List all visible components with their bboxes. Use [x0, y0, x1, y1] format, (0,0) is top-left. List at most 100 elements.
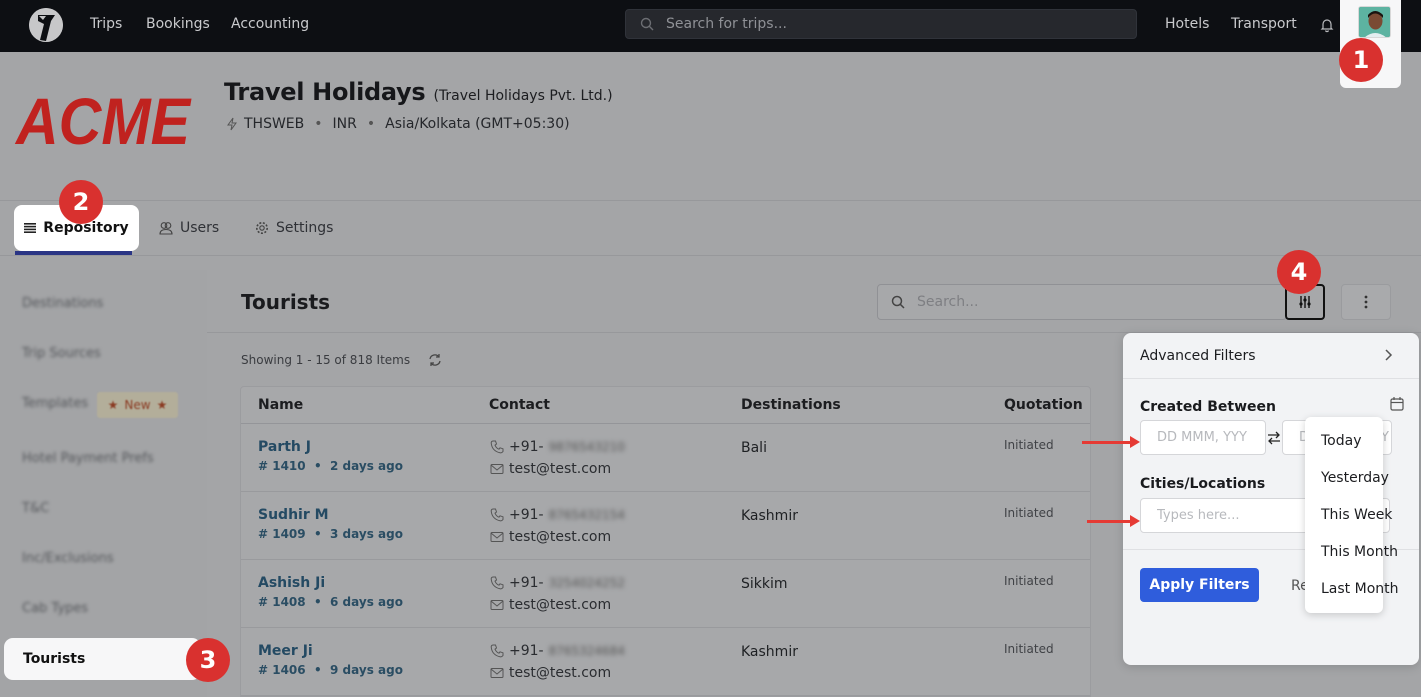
nav-link-trips[interactable]: Trips: [90, 16, 122, 32]
tourist-phone: +91- 3254024252: [490, 575, 625, 591]
date-preset-this-month[interactable]: This Month: [1321, 544, 1398, 560]
email-icon: [490, 600, 504, 610]
tourist-email: test@test.com: [490, 597, 611, 613]
nav-link-transport[interactable]: Transport: [1231, 16, 1297, 32]
tourist-search-input[interactable]: [917, 294, 1257, 310]
advanced-filters-header[interactable]: Advanced Filters: [1123, 333, 1419, 379]
table-row[interactable]: Ashish Ji # 1408 • 6 days ago +91- 32540242…: [241, 560, 1090, 628]
bell-icon[interactable]: [1319, 17, 1335, 33]
pagination-summary: Showing 1 - 15 of 818 Items: [241, 353, 442, 367]
column-header-destinations[interactable]: Destinations: [741, 397, 841, 413]
quotation-status: Initiated: [1004, 642, 1054, 656]
nav-link-accounting[interactable]: Accounting: [231, 16, 309, 32]
tourist-phone: +91- 9876543210: [490, 439, 625, 455]
user-avatar[interactable]: [1358, 6, 1391, 38]
tourist-destination: Kashmir: [741, 508, 798, 524]
sidebar-item-tnc[interactable]: T&C: [22, 501, 49, 516]
advanced-filters-title: Advanced Filters: [1140, 347, 1256, 364]
star-icon: ★: [156, 398, 168, 412]
date-preset-today[interactable]: Today: [1321, 433, 1362, 449]
tourist-search-box[interactable]: [877, 284, 1287, 320]
tourist-phone: +91- 8765324684: [490, 643, 625, 659]
tourist-email: test@test.com: [490, 529, 611, 545]
table-header: Name Contact Destinations Quotation: [241, 387, 1090, 424]
quotation-status: Initiated: [1004, 438, 1054, 452]
tab-users-label: Users: [180, 220, 220, 236]
annotation-arrow-cities: [1087, 515, 1140, 527]
tourist-name-link[interactable]: Ashish Ji: [258, 575, 325, 591]
apply-filters-button[interactable]: Apply Filters: [1140, 568, 1259, 602]
company-display-name: Travel Holidays: [224, 78, 426, 106]
goat-logo-icon[interactable]: [29, 8, 63, 42]
sidebar-item-hotel-payment-prefs[interactable]: Hotel Payment Prefs: [22, 451, 154, 466]
users-icon: [159, 222, 173, 235]
tab-settings[interactable]: Settings: [255, 205, 333, 251]
more-options-button[interactable]: [1341, 284, 1391, 320]
repository-sidebar: [0, 270, 207, 697]
new-badge: ★ New ★: [97, 392, 178, 418]
star-icon: ★: [107, 398, 119, 412]
company-currency: INR: [332, 116, 357, 132]
phone-icon: [490, 440, 504, 454]
trip-search-input[interactable]: [666, 16, 1086, 32]
redacted-phone: 8765324684: [548, 644, 625, 658]
tourist-name-link[interactable]: Parth J: [258, 439, 311, 455]
column-header-name[interactable]: Name: [258, 397, 303, 413]
tourist-name-link[interactable]: Meer Ji: [258, 643, 313, 659]
trip-search-box[interactable]: [625, 9, 1137, 39]
tourist-destination: Sikkim: [741, 576, 788, 592]
tourist-name-link[interactable]: Sudhir M: [258, 507, 329, 523]
list-icon: [24, 223, 37, 233]
column-header-contact[interactable]: Contact: [489, 397, 550, 413]
tourist-email: test@test.com: [490, 665, 611, 681]
vertical-dots-icon: [1364, 295, 1368, 309]
tourist-id-age: # 1406 • 9 days ago: [258, 663, 403, 677]
company-code: THSWEB: [244, 116, 305, 132]
tab-settings-label: Settings: [276, 220, 334, 236]
date-preset-yesterday[interactable]: Yesterday: [1321, 470, 1389, 486]
table-row[interactable]: Parth J # 1410 • 2 days ago +91- 9876543210…: [241, 424, 1090, 492]
search-icon: [640, 17, 654, 31]
annotation-arrow-date: [1082, 436, 1140, 448]
tab-users[interactable]: Users: [159, 205, 219, 251]
sidebar-item-inc-exclusions[interactable]: Inc/Exclusions: [22, 551, 114, 566]
nav-link-bookings[interactable]: Bookings: [146, 16, 210, 32]
calendar-icon[interactable]: [1389, 396, 1405, 412]
email-icon: [490, 668, 504, 678]
date-preset-this-week[interactable]: This Week: [1321, 507, 1392, 523]
table-row[interactable]: Sudhir M # 1409 • 3 days ago +91- 876543215…: [241, 492, 1090, 560]
swap-arrows-icon: [1268, 431, 1280, 445]
refresh-icon[interactable]: [428, 353, 442, 367]
chevron-right-icon[interactable]: [1383, 347, 1395, 363]
page-title: Tourists: [241, 290, 331, 314]
date-from-input[interactable]: [1140, 420, 1266, 455]
sidebar-item-cab-types[interactable]: Cab Types: [22, 601, 88, 616]
tourist-destination: Kashmir: [741, 644, 798, 660]
gear-icon: [256, 222, 268, 234]
sidebar-item-tourists[interactable]: Tourists: [4, 638, 201, 680]
svg-text:ACME: ACME: [14, 90, 192, 148]
annotation-badge-3: 3: [186, 638, 230, 682]
created-between-label: Created Between: [1140, 399, 1276, 415]
column-header-quotation[interactable]: Quotation: [1004, 397, 1083, 413]
company-timezone: Asia/Kolkata (GMT+05:30): [385, 116, 570, 132]
tourist-phone: +91- 8765432154: [490, 507, 625, 523]
annotation-badge-4: 4: [1277, 250, 1321, 294]
table-row[interactable]: Meer Ji # 1406 • 9 days ago +91- 8765324684…: [241, 628, 1090, 696]
tabs-divider: [0, 255, 1421, 256]
showing-count: Showing 1 - 15 of 818 Items: [241, 353, 411, 367]
date-preset-last-month[interactable]: Last Month: [1321, 581, 1399, 597]
tourist-email: test@test.com: [490, 461, 611, 477]
sidebar-item-templates[interactable]: Templates: [22, 396, 88, 411]
company-name: Travel Holidays (Travel Holidays Pvt. Lt…: [224, 78, 613, 106]
nav-link-hotels[interactable]: Hotels: [1165, 16, 1209, 32]
sidebar-item-tourists-label: Tourists: [23, 651, 86, 667]
quotation-status: Initiated: [1004, 574, 1054, 588]
sliders-icon: [1299, 296, 1311, 308]
sidebar-item-trip-sources[interactable]: Trip Sources: [22, 346, 101, 361]
lightning-icon: [227, 117, 237, 131]
date-preset-menu: Today Yesterday This Week This Month Las…: [1305, 417, 1399, 613]
phone-icon: [490, 576, 504, 590]
sidebar-item-destinations[interactable]: Destinations: [22, 296, 103, 311]
header-divider: [0, 200, 1421, 201]
